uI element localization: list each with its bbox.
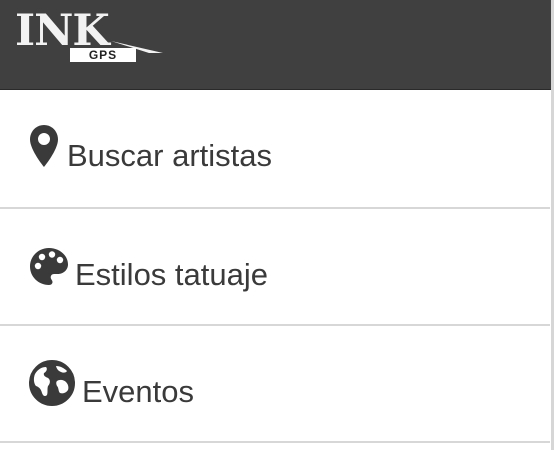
map-marker-icon bbox=[30, 125, 58, 167]
svg-text:GPS: GPS bbox=[89, 48, 117, 62]
globe-icon bbox=[29, 360, 75, 406]
palette-icon bbox=[30, 248, 68, 285]
menu-item-buscar-artistas[interactable]: Buscar artistas bbox=[0, 90, 550, 209]
menu-item-label: Estilos tatuaje bbox=[75, 257, 268, 292]
app-frame: INK GPS Buscar artistas Estilos tatuaje bbox=[0, 0, 554, 450]
ink-gps-logo[interactable]: INK GPS bbox=[13, 8, 163, 64]
menu-item-label: Buscar artistas bbox=[67, 138, 273, 173]
menu-item-eventos[interactable]: Eventos bbox=[0, 326, 550, 443]
menu-item-estilos-tatuaje[interactable]: Estilos tatuaje bbox=[0, 209, 550, 326]
main-menu: Buscar artistas Estilos tatuaje Eventos bbox=[0, 90, 550, 443]
app-header: INK GPS bbox=[0, 0, 552, 90]
menu-item-label: Eventos bbox=[82, 374, 195, 409]
